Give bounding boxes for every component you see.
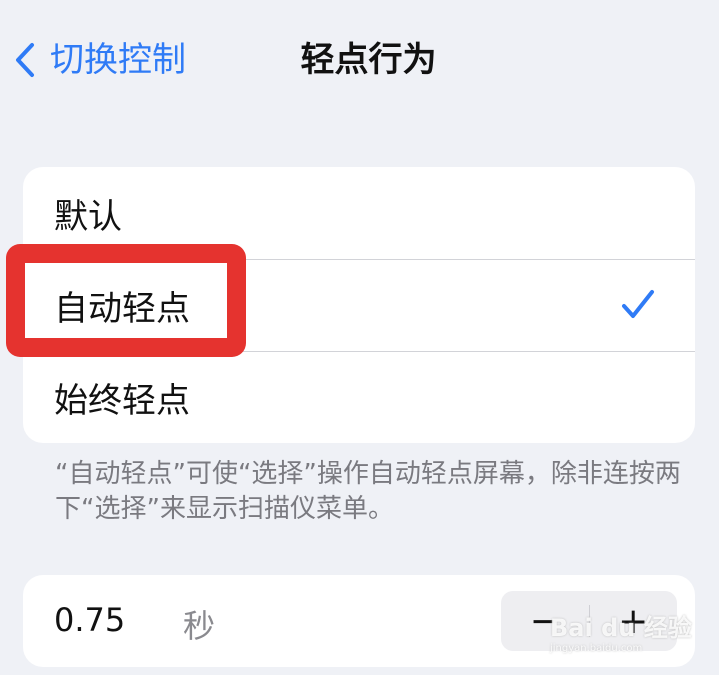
option-default[interactable]: 默认 (23, 167, 695, 259)
option-auto-tap[interactable]: 自动轻点 (23, 259, 695, 351)
watermark-logo: Bai du 经验 jingyan.baidu.com (550, 614, 692, 654)
footnote-text: “自动轻点”可使“选择”操作自动轻点屏幕，除非连按两下“选择”来显示扫描仪菜单。 (55, 459, 681, 524)
tap-behavior-options: 默认 自动轻点 始终轻点 (23, 167, 695, 443)
delay-unit: 秒 (183, 607, 216, 645)
checkmark-icon (622, 290, 654, 318)
navigation-bar: 切换控制 轻点行为 (0, 0, 719, 120)
delay-value: 0.75 (54, 601, 126, 639)
option-always-tap[interactable]: 始终轻点 (23, 351, 695, 443)
option-label: 始终轻点 (54, 380, 190, 421)
option-label: 自动轻点 (54, 288, 190, 329)
option-label: 默认 (54, 196, 122, 237)
page-title: 轻点行为 (300, 40, 437, 80)
